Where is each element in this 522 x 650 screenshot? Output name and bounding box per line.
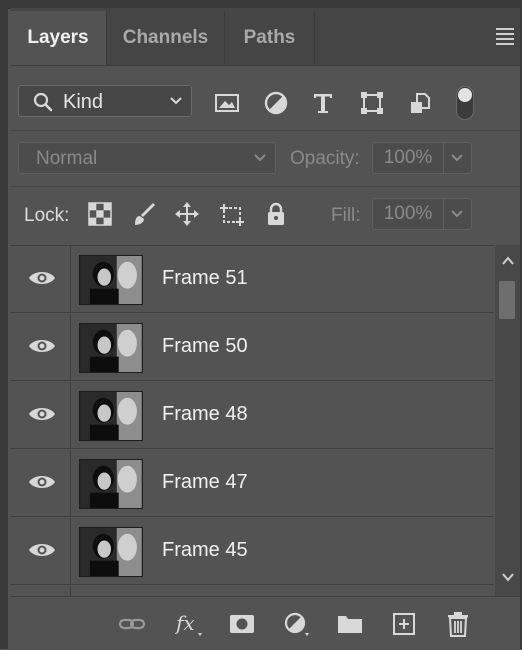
row-separator bbox=[70, 450, 71, 517]
fill-label: Fill: bbox=[331, 205, 361, 226]
panel-menu-icon[interactable] bbox=[496, 28, 514, 45]
divider bbox=[10, 186, 520, 187]
chevron-down-icon[interactable] bbox=[450, 207, 464, 221]
opacity-label: Opacity: bbox=[290, 148, 360, 169]
chevron-down-icon bbox=[254, 154, 266, 162]
image-filter-icon[interactable] bbox=[214, 90, 240, 116]
chevron-down-icon bbox=[170, 97, 182, 105]
layer-name[interactable]: Frame 51 bbox=[162, 267, 248, 290]
lock-artboard-icon[interactable] bbox=[218, 201, 244, 227]
layer-thumbnail[interactable] bbox=[79, 391, 143, 441]
new-group-icon[interactable] bbox=[336, 611, 364, 637]
window-left-edge bbox=[0, 0, 8, 649]
blend-mode-dropdown[interactable]: Normal bbox=[18, 142, 276, 174]
layers-panel: Layers Channels Paths Kind Normal Opacit… bbox=[10, 8, 520, 650]
layers-list: Frame 51 Frame 50 Frame 48 Frame 47 Fram… bbox=[10, 245, 494, 597]
opacity-field[interactable]: 100% bbox=[372, 142, 472, 174]
adjustment-filter-icon[interactable] bbox=[263, 90, 289, 116]
layer-row[interactable]: Frame 51 bbox=[10, 246, 494, 313]
eye-icon[interactable] bbox=[28, 268, 56, 288]
tab-channels-label: Channels bbox=[122, 27, 209, 48]
tab-paths[interactable]: Paths bbox=[225, 11, 315, 65]
new-layer-icon[interactable] bbox=[390, 611, 418, 637]
layer-row[interactable]: Frame 48 bbox=[10, 382, 494, 449]
type-filter-icon[interactable] bbox=[310, 90, 336, 116]
scrollbar-thumb[interactable] bbox=[499, 281, 515, 319]
search-icon bbox=[33, 92, 53, 112]
fill-value[interactable]: 100% bbox=[373, 199, 444, 229]
eye-icon[interactable] bbox=[28, 540, 56, 560]
row-separator bbox=[70, 314, 71, 381]
layer-thumbnail[interactable] bbox=[79, 459, 143, 509]
chevron-down-icon[interactable] bbox=[450, 151, 464, 165]
adjustment-layer-icon[interactable] bbox=[282, 611, 310, 637]
scroll-down-icon[interactable] bbox=[501, 571, 515, 583]
filter-kind-dropdown[interactable]: Kind bbox=[18, 85, 192, 117]
row-separator bbox=[70, 518, 71, 585]
shape-filter-icon[interactable] bbox=[359, 90, 385, 116]
layer-row[interactable]: Frame 47 bbox=[10, 450, 494, 517]
fill-field[interactable]: 100% bbox=[372, 198, 472, 230]
lock-position-icon[interactable] bbox=[174, 201, 200, 227]
layer-name[interactable]: Frame 47 bbox=[162, 471, 248, 494]
fx-icon[interactable]: fx bbox=[175, 611, 203, 637]
layer-row[interactable]: Frame 45 bbox=[10, 518, 494, 585]
panel-bottom-bar: fx bbox=[10, 596, 520, 650]
eye-icon[interactable] bbox=[28, 404, 56, 424]
lock-all-icon[interactable] bbox=[263, 201, 289, 227]
scroll-up-icon[interactable] bbox=[501, 255, 515, 267]
tab-channels[interactable]: Channels bbox=[107, 11, 225, 65]
row-separator bbox=[70, 246, 71, 313]
filter-toggle[interactable] bbox=[456, 86, 474, 120]
eye-icon[interactable] bbox=[28, 472, 56, 492]
filter-toggle-knob bbox=[458, 88, 472, 102]
layer-name[interactable]: Frame 45 bbox=[162, 539, 248, 562]
layer-row[interactable]: Frame 50 bbox=[10, 314, 494, 381]
panel-tab-bar: Layers Channels Paths bbox=[10, 8, 520, 66]
layer-name[interactable]: Frame 48 bbox=[162, 403, 248, 426]
smart-object-filter-icon[interactable] bbox=[407, 90, 433, 116]
delete-layer-icon[interactable] bbox=[444, 611, 472, 637]
tab-paths-label: Paths bbox=[243, 27, 296, 48]
layer-mask-icon[interactable] bbox=[228, 611, 256, 637]
filter-kind-label: Kind bbox=[63, 91, 104, 113]
row-separator bbox=[70, 382, 71, 449]
lock-transparent-pixels-icon[interactable] bbox=[87, 201, 113, 227]
svg-text:fx: fx bbox=[175, 611, 195, 635]
opacity-value[interactable]: 100% bbox=[373, 143, 444, 173]
link-layers-icon[interactable] bbox=[118, 611, 146, 637]
divider bbox=[10, 130, 520, 131]
layer-name[interactable]: Frame 50 bbox=[162, 335, 248, 358]
tab-layers-label: Layers bbox=[27, 27, 89, 48]
lock-label: Lock: bbox=[24, 205, 70, 226]
tab-layers[interactable]: Layers bbox=[10, 11, 107, 65]
layers-scrollbar[interactable] bbox=[495, 245, 520, 596]
layer-thumbnail[interactable] bbox=[79, 323, 143, 373]
eye-icon[interactable] bbox=[28, 336, 56, 356]
lock-image-pixels-icon[interactable] bbox=[131, 201, 157, 227]
blend-mode-label: Normal bbox=[36, 148, 98, 169]
layer-thumbnail[interactable] bbox=[79, 255, 143, 305]
layer-thumbnail[interactable] bbox=[79, 527, 143, 577]
